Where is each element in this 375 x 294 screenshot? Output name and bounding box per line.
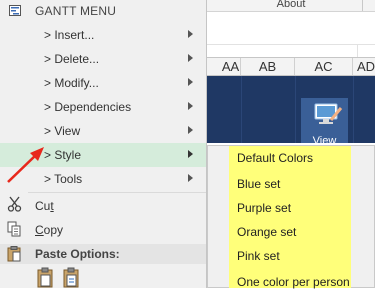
submenu-item-blue-set[interactable]: Blue set: [237, 172, 367, 196]
submenu-item-pink-set[interactable]: Pink set: [237, 244, 367, 268]
submenu-arrow-icon: [188, 126, 193, 134]
menu-item-delete[interactable]: > Delete...: [0, 47, 206, 71]
menu-item-modify[interactable]: > Modify...: [0, 71, 206, 95]
ribbon-separator: [362, 0, 363, 11]
menu-item-dependencies[interactable]: > Dependencies: [0, 95, 206, 119]
submenu-item-one-color-per-person[interactable]: One color per person: [237, 270, 367, 294]
menu-item-label: > View: [44, 124, 81, 138]
menu-item-label: > Delete...: [44, 52, 100, 66]
cut-label-prefix: Cu: [35, 199, 51, 213]
menu-item-insert[interactable]: > Insert...: [0, 23, 206, 47]
copy-menu-item[interactable]: Copy: [35, 222, 63, 238]
tab-about[interactable]: About: [207, 0, 375, 11]
cut-menu-item[interactable]: Cut: [35, 198, 54, 214]
submenu-arrow-icon: [188, 54, 193, 62]
submenu-arrow-icon: [188, 174, 193, 182]
menu-item-label: > Style: [44, 148, 82, 162]
paste-icon: [7, 246, 21, 262]
submenu-arrow-icon: [188, 78, 193, 86]
paste-keep-formatting-icon[interactable]: [37, 267, 53, 288]
column-header-ad[interactable]: AD: [353, 58, 375, 75]
menu-item-style[interactable]: > Style: [0, 143, 206, 167]
copy-icon: [7, 221, 21, 237]
gantt-menu-icon: [9, 5, 21, 16]
menu-item-label: > Insert...: [44, 28, 95, 42]
copy-label-suffix: opy: [43, 223, 64, 237]
column-header-ab[interactable]: AB: [241, 58, 295, 75]
paste-values-icon[interactable]: [63, 267, 79, 288]
formula-area: [207, 12, 375, 57]
submenu-item-default-colors[interactable]: Default Colors: [237, 146, 367, 170]
submenu-arrow-icon: [188, 30, 193, 38]
cut-accelerator: t: [50, 199, 54, 213]
submenu-arrow-icon: [188, 150, 193, 158]
copy-accelerator: C: [35, 223, 44, 237]
submenu-arrow-icon: [188, 102, 193, 110]
monitor-icon: [314, 103, 343, 124]
column-header-aa[interactable]: AA: [221, 58, 241, 75]
menu-item-label: > Dependencies: [44, 100, 132, 114]
menu-item-label: > Modify...: [44, 76, 99, 90]
menu-item-view[interactable]: > View: [0, 119, 206, 143]
scissors-icon: [7, 196, 22, 212]
submenu-item-orange-set[interactable]: Orange set: [237, 220, 367, 244]
menu-item-label: > Tools: [44, 172, 83, 186]
paste-options-label: Paste Options:: [35, 247, 120, 261]
menu-title: GANTT MENU: [35, 4, 117, 18]
menu-item-tools[interactable]: > Tools: [0, 167, 206, 191]
context-menu: GANTT MENU > Insert... > Delete... > Mod…: [0, 0, 207, 288]
column-header-ac[interactable]: AC: [295, 58, 353, 75]
submenu-item-purple-set[interactable]: Purple set: [237, 196, 367, 220]
column-header-row: AA AB AC AD: [207, 57, 375, 76]
gantt-header-band: [207, 76, 375, 143]
menu-divider: [28, 192, 206, 193]
